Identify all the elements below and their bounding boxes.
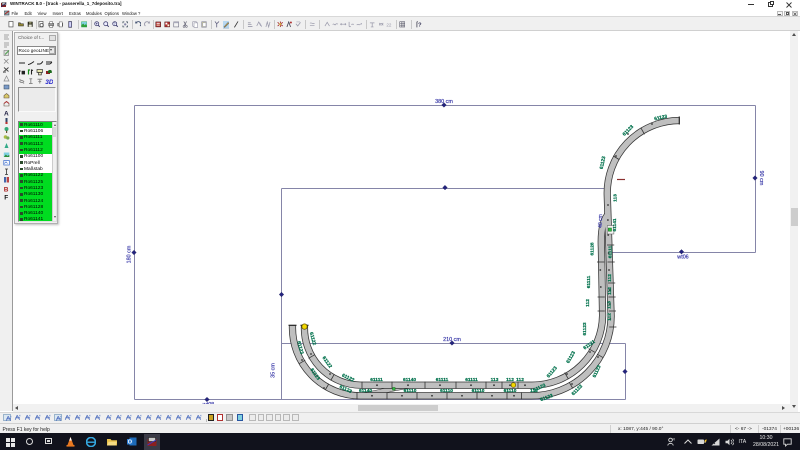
svg-text:61123: 61123	[599, 155, 608, 169]
svg-text:R: R	[672, 438, 675, 442]
svg-text:61123: 61123	[565, 350, 577, 365]
svg-text:wt06: wt06	[676, 255, 688, 261]
svg-text:61110: 61110	[404, 388, 417, 394]
svg-text:61141: 61141	[612, 218, 618, 231]
svg-text:61110: 61110	[440, 388, 453, 394]
svg-text:112: 112	[607, 287, 613, 295]
svg-text:40 cm: 40 cm	[598, 214, 604, 228]
svg-text:61128: 61128	[590, 242, 596, 255]
svg-text:112: 112	[607, 313, 613, 321]
svg-text:113: 113	[607, 301, 613, 309]
svg-text:380 cm: 380 cm	[435, 99, 453, 105]
svg-text:61140: 61140	[359, 388, 372, 394]
svg-text:f: f	[18, 70, 21, 76]
svg-text:112: 112	[506, 377, 514, 383]
svg-text:61140: 61140	[403, 377, 416, 383]
svg-text:61110: 61110	[504, 388, 517, 394]
svg-text:61111: 61111	[436, 377, 449, 383]
svg-text:113: 113	[491, 377, 499, 383]
svg-text:61110: 61110	[472, 388, 485, 394]
svg-text:61123: 61123	[582, 322, 588, 335]
svg-text:210 cm: 210 cm	[443, 337, 461, 343]
svg-text:180 cm: 180 cm	[127, 245, 133, 263]
svg-text:112: 112	[516, 377, 524, 383]
svg-text:112: 112	[607, 274, 613, 282]
svg-text:3D: 3D	[46, 78, 54, 84]
svg-text:61111: 61111	[608, 245, 614, 258]
svg-text:⚡: ⚡	[704, 438, 707, 443]
svg-text:61111: 61111	[370, 377, 383, 383]
svg-text:35 cm: 35 cm	[271, 363, 277, 378]
svg-text:90 cm: 90 cm	[758, 171, 764, 186]
svg-text:61111: 61111	[465, 377, 478, 383]
svg-text:O: O	[128, 440, 133, 446]
svg-text:61111: 61111	[586, 275, 592, 288]
svg-text:112: 112	[585, 299, 591, 307]
svg-text:113: 113	[613, 194, 619, 202]
